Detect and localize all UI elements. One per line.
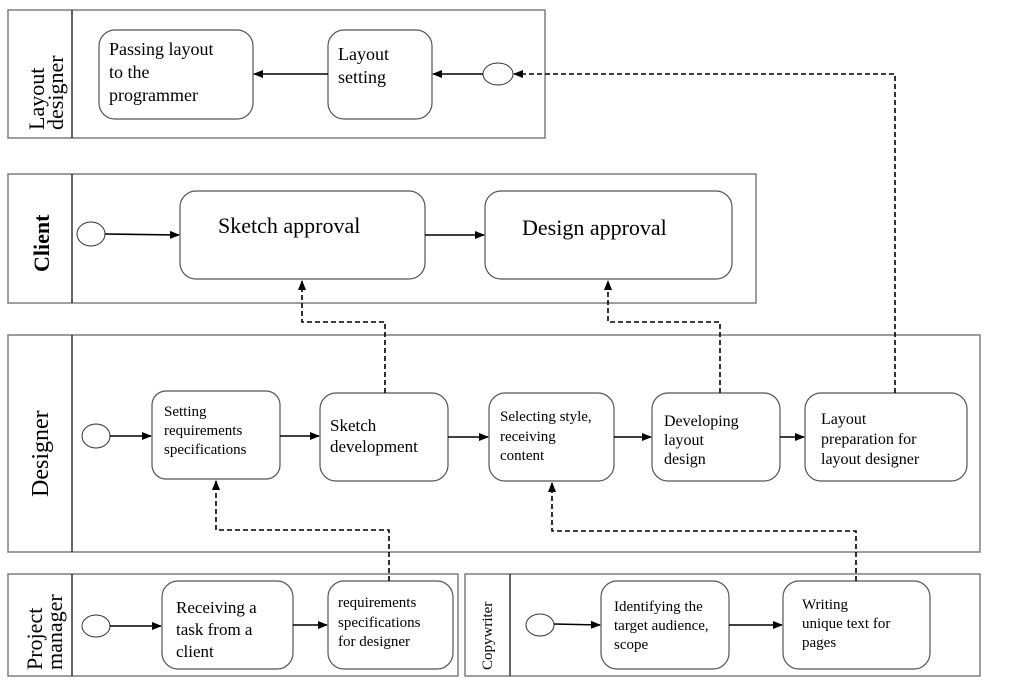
lane-label-layout-designer-2: designer — [43, 55, 68, 130]
start-event-copywriter — [525, 613, 555, 637]
start-event-project-manager — [81, 614, 111, 638]
lane-client: Client Sketch approval Design approval — [7, 173, 757, 304]
lane-label-copywriter: Copywriter — [480, 602, 496, 670]
lane-project-manager: Project manager Receiving a task from a … — [7, 573, 459, 677]
flow-arrow — [104, 230, 180, 239]
lane-label-designer: Designer — [28, 410, 54, 497]
task-sketch-approval-text: Sketch approval — [218, 213, 360, 238]
lane-label-client: Client — [29, 214, 54, 272]
start-event-client — [76, 221, 106, 247]
lane-layout-designer: Layout designer Passing layout to the pr… — [7, 9, 546, 139]
lane-designer: Designer Setting requirements specificat… — [7, 334, 981, 553]
start-event-designer — [81, 423, 111, 449]
lane-copywriter: Copywriter Identifying the target audien… — [464, 573, 981, 677]
start-event-layout-designer — [482, 62, 514, 86]
process-diagram: Layout designer Passing layout to the pr… — [7, 9, 981, 677]
lane-label-project-manager-2: manager — [42, 594, 67, 670]
task-design-approval-text: Design approval — [522, 215, 667, 240]
flow-arrow — [553, 620, 601, 629]
